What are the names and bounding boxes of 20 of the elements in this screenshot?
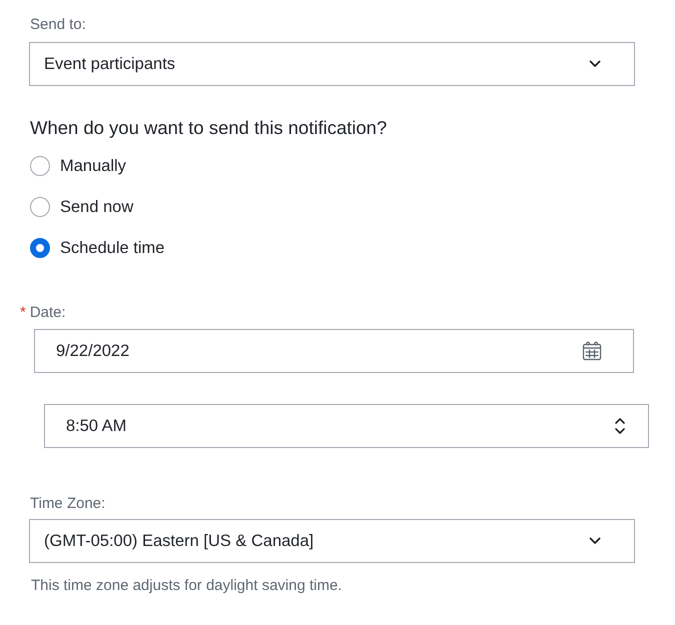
help-text: This time zone adjusts for daylight saving time. bbox=[31, 576, 342, 596]
field-label: Time Zone: bbox=[30, 494, 106, 514]
radio-button[interactable] bbox=[30, 156, 50, 176]
radio-button[interactable] bbox=[30, 197, 50, 217]
chevron-down-icon bbox=[589, 60, 601, 68]
radio-label[interactable]: Schedule time bbox=[60, 238, 165, 258]
calendar-icon bbox=[582, 341, 602, 361]
required-mark: * bbox=[20, 303, 26, 323]
question-text: When do you want to send this notification? bbox=[30, 116, 387, 140]
chevron-down-icon bbox=[589, 537, 601, 545]
date-field[interactable]: 9/22/2022 bbox=[34, 329, 634, 373]
field-label: Send to: bbox=[30, 15, 86, 35]
radio-label[interactable]: Send now bbox=[60, 197, 134, 217]
radio-label[interactable]: Manually bbox=[60, 156, 126, 176]
recipient-select[interactable]: Event participants bbox=[29, 42, 635, 86]
field-label: Date: bbox=[30, 303, 66, 323]
chevron-up-down-icon bbox=[614, 416, 626, 436]
radio-button[interactable] bbox=[30, 238, 50, 258]
time-field[interactable]: 8:50 AM bbox=[44, 404, 649, 448]
time-zone-select[interactable]: (GMT-05:00) Eastern [US & Canada] bbox=[29, 519, 635, 563]
